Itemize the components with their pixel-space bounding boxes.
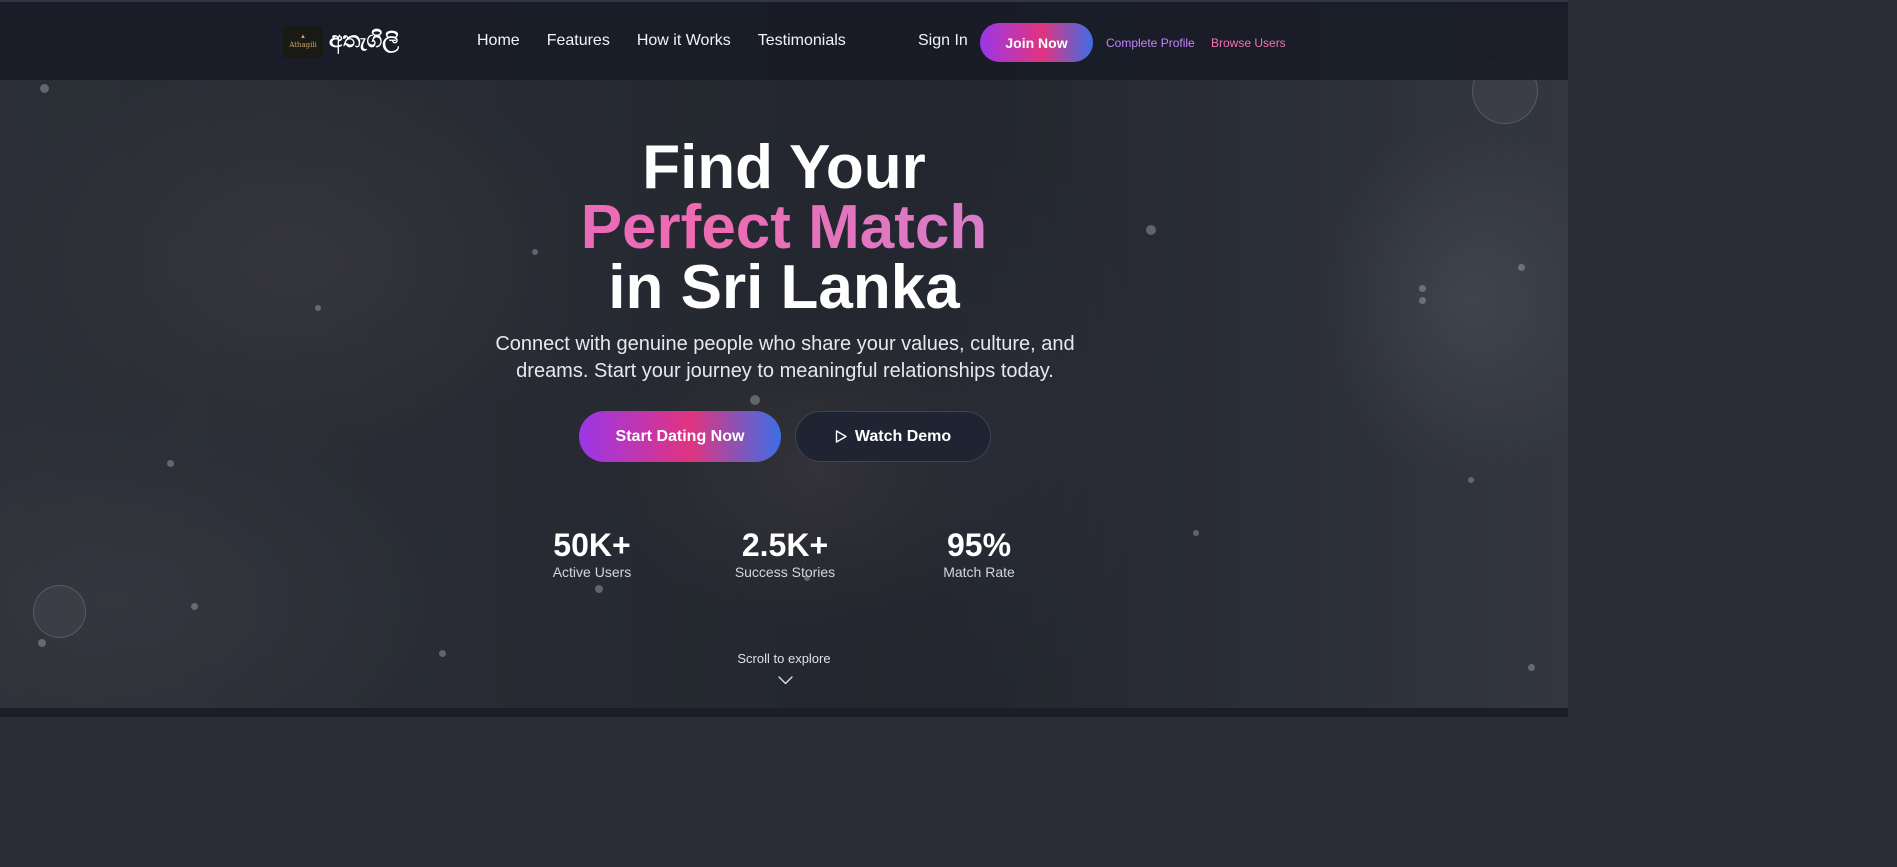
stat-match-rate: 95% Match Rate: [899, 527, 1059, 581]
stat-success-stories: 2.5K+ Success Stories: [705, 527, 865, 581]
particle: [40, 84, 49, 93]
stat-value: 50K+: [553, 527, 631, 563]
scroll-hint[interactable]: Scroll to explore: [0, 651, 1568, 666]
particle: [750, 395, 760, 405]
nav-link-home[interactable]: Home: [477, 32, 520, 50]
stat-label: Success Stories: [734, 564, 836, 580]
particle: [191, 603, 198, 610]
particle-ring: [33, 585, 86, 638]
particle: [38, 639, 46, 647]
stat-value: 2.5K+: [741, 527, 829, 563]
browse-users-link[interactable]: Browse Users: [1211, 36, 1286, 50]
stat-label: Active Users: [552, 564, 632, 580]
hero-title-line-3: in Sri Lanka: [608, 253, 960, 322]
particle: [595, 585, 603, 593]
nav-link-testimonials[interactable]: Testimonials: [758, 32, 846, 50]
nav-link-features[interactable]: Features: [547, 32, 610, 50]
play-icon: [835, 430, 847, 443]
join-now-button[interactable]: Join Now: [980, 23, 1093, 62]
hero-title: Find Your Perfect Match in Sri Lanka: [0, 133, 1568, 322]
stat-active-users: 50K+ Active Users: [512, 527, 672, 581]
sign-in-link[interactable]: Sign In: [918, 32, 968, 50]
particle: [167, 460, 174, 467]
nav-link-how-it-works[interactable]: How it Works: [637, 32, 731, 50]
logo-text: Athagili: [289, 41, 317, 49]
brand-logo[interactable]: ▲ Athagili: [283, 26, 323, 58]
section-divider: [0, 708, 1568, 717]
hero-subtitle: Connect with genuine people who share yo…: [495, 333, 1075, 382]
watch-demo-label: Watch Demo: [854, 427, 952, 445]
watch-demo-button[interactable]: Watch Demo: [795, 411, 991, 462]
hero-title-highlight: Perfect Match: [0, 197, 1568, 259]
brand-name[interactable]: අතැගිලි: [329, 28, 399, 53]
particle: [1193, 530, 1199, 536]
start-dating-button[interactable]: Start Dating Now: [579, 411, 781, 462]
chevron-down-icon[interactable]: [778, 676, 793, 685]
stat-label: Match Rate: [943, 564, 1015, 580]
top-navbar: ▲ Athagili අතැගිලි Home Features How it …: [0, 0, 1568, 80]
nav-links: Home Features How it Works Testimonials: [477, 32, 846, 50]
complete-profile-link[interactable]: Complete Profile: [1106, 36, 1195, 50]
particle: [1468, 477, 1474, 483]
hero-title-line-1: Find Your: [642, 133, 926, 202]
stat-value: 95%: [946, 527, 1012, 563]
